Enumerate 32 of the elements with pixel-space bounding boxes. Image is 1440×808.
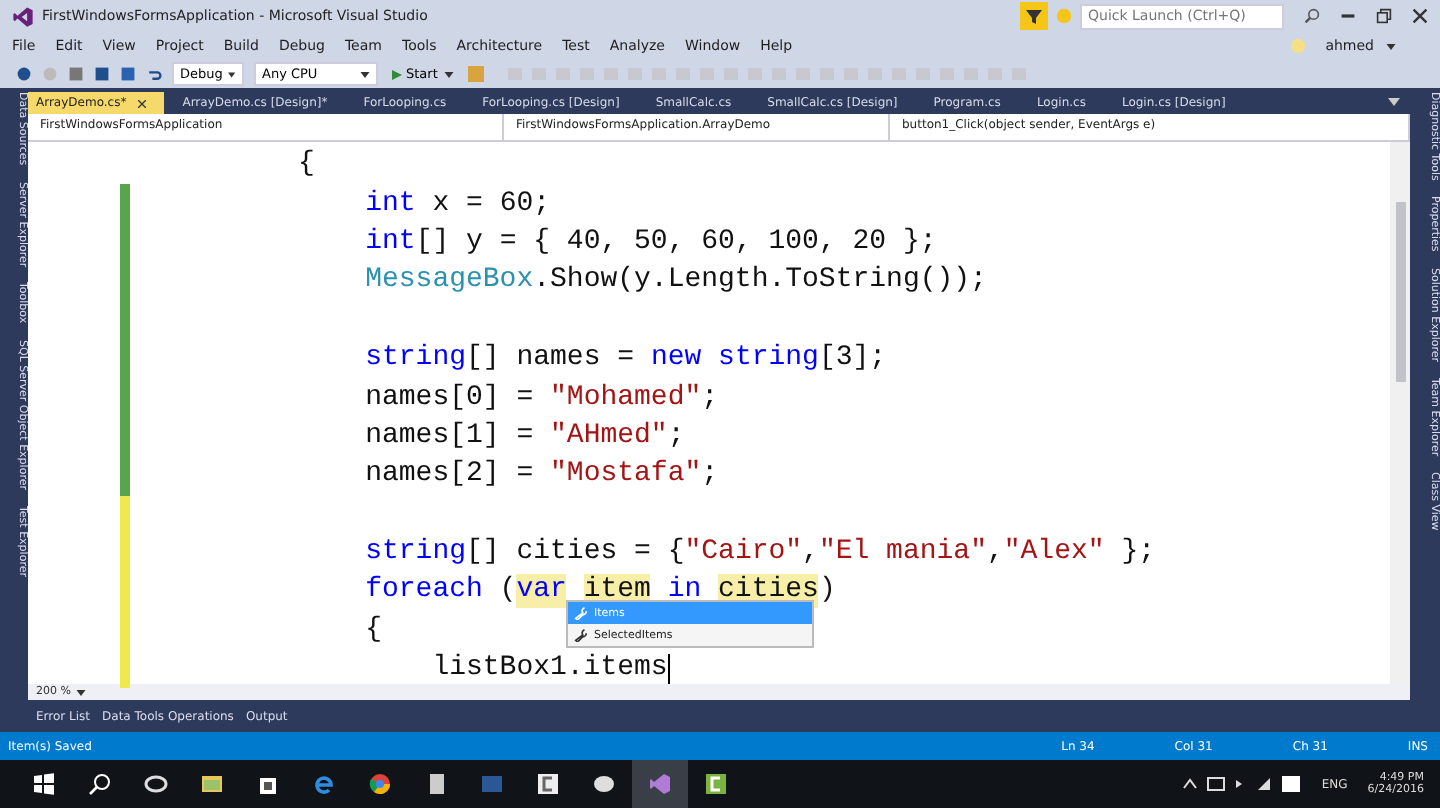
restore-icon[interactable] [1376, 8, 1392, 24]
code-line: { [298, 148, 315, 183]
code-line: int x = 60; [365, 187, 551, 222]
scrollbar-thumb[interactable] [1395, 202, 1405, 382]
new-project-icon[interactable] [68, 66, 84, 82]
caret-icon [1386, 43, 1396, 49]
code-line: names[2] = "Mostafa"; [365, 458, 719, 493]
play-icon [392, 69, 402, 79]
visual-studio-logo-icon [12, 5, 34, 27]
back-icon[interactable] [16, 66, 32, 82]
save-icon[interactable] [94, 66, 110, 82]
close-icon[interactable] [1412, 8, 1428, 24]
caret-icon [228, 71, 236, 77]
code-line: { [365, 613, 382, 648]
filter-icon[interactable] [1020, 2, 1048, 30]
code-line: listBox1.items [432, 652, 670, 687]
code-line: string[] names = new string[3]; [365, 342, 887, 377]
save-all-icon[interactable] [120, 66, 136, 82]
code-line: MessageBox.Show(y.Length.ToString()); [365, 264, 987, 299]
minimize-icon[interactable] [1340, 8, 1356, 24]
undo-icon[interactable] [146, 66, 162, 82]
close-icon[interactable] [138, 99, 147, 107]
caret-icon [360, 71, 370, 77]
caret-icon [76, 689, 87, 695]
tray-icons-drawing[interactable] [1181, 774, 1302, 794]
caret-icon [443, 71, 454, 77]
code-line: string[] cities = {"Cairo","El mania","Alex" }; [365, 536, 1156, 571]
visual-studio-icon[interactable] [632, 760, 688, 808]
code-line: names[0] = "Mohamed"; [365, 381, 719, 416]
code-line: int[] y = { 40, 50, 60, 100, 20 }; [365, 225, 937, 260]
code-line: names[1] = "AHmed"; [365, 419, 685, 454]
tab-list-icon[interactable] [1386, 94, 1402, 110]
